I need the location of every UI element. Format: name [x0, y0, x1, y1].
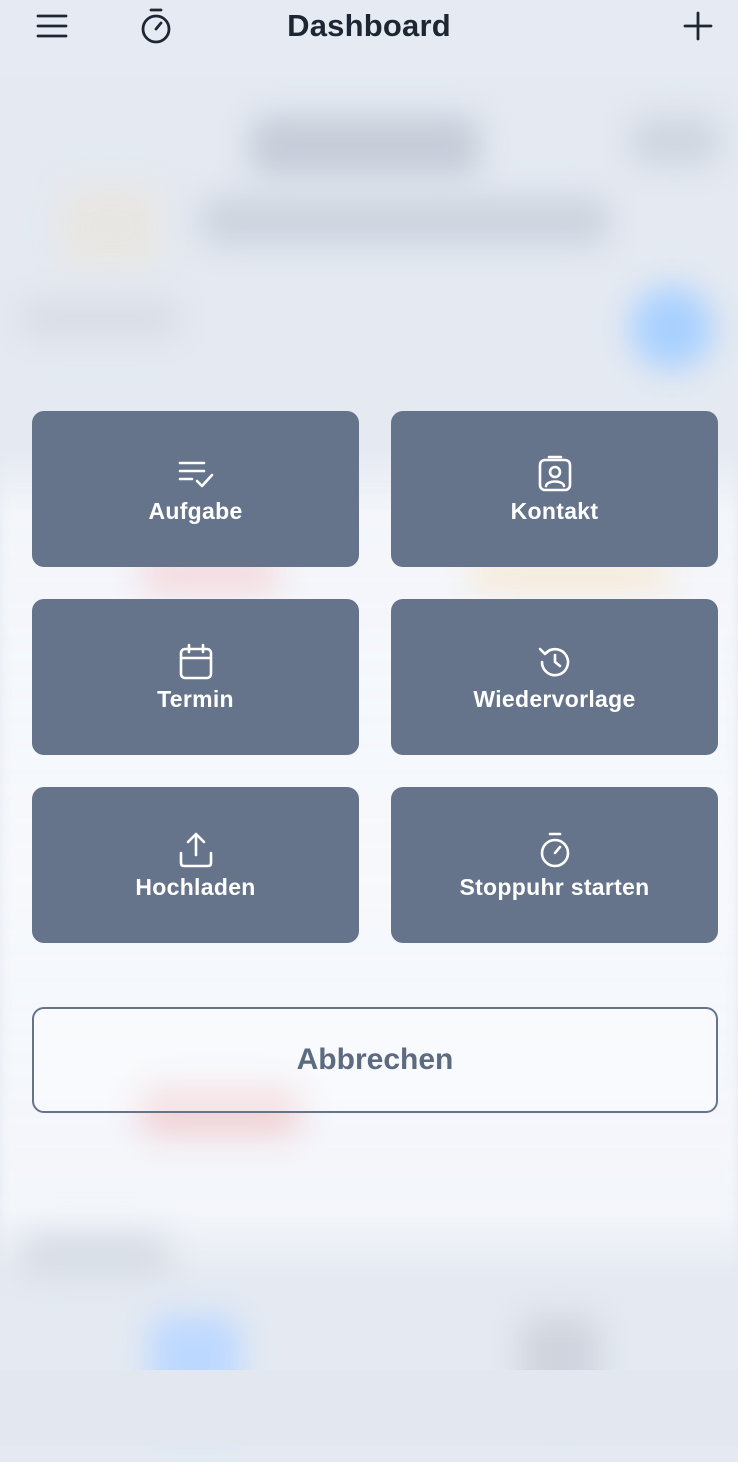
action-label: Kontakt [510, 497, 599, 524]
upload-icon [176, 830, 216, 870]
action-label: Hochladen [135, 873, 256, 900]
action-label: Termin [157, 685, 234, 712]
add-button[interactable] [676, 4, 720, 48]
action-label: Aufgabe [148, 497, 243, 524]
blurred-avatar [60, 186, 160, 266]
action-label: Stoppuhr starten [459, 873, 650, 900]
blurred-text-line [200, 196, 610, 246]
blurred-bottom-label [20, 1236, 170, 1276]
action-stoppuhr-starten[interactable]: Stoppuhr starten [391, 787, 718, 943]
blurred-bottom-nav [0, 1370, 738, 1446]
history-icon [535, 642, 575, 682]
action-termin[interactable]: Termin [32, 599, 359, 755]
top-app-bar: Dashboard [0, 0, 738, 76]
blurred-heading-side [630, 116, 720, 166]
page-title: Dashboard [287, 8, 451, 43]
blurred-section-label [20, 301, 180, 337]
blurred-action-circle [630, 286, 714, 370]
cancel-button[interactable]: Abbrechen [32, 1007, 718, 1113]
action-aufgabe[interactable]: Aufgabe [32, 411, 359, 567]
blurred-heading [250, 116, 480, 176]
action-label: Wiedervorlage [473, 685, 636, 712]
action-hochladen[interactable]: Hochladen [32, 787, 359, 943]
stopwatch-icon [535, 830, 575, 870]
quick-action-grid: Aufgabe Kontakt Termin Wiedervorlage Hoc… [32, 411, 718, 943]
calendar-icon [176, 642, 216, 682]
contact-card-icon [535, 454, 575, 494]
action-kontakt[interactable]: Kontakt [391, 411, 718, 567]
task-list-icon [176, 454, 216, 494]
plus-icon [683, 11, 713, 41]
action-wiedervorlage[interactable]: Wiedervorlage [391, 599, 718, 755]
